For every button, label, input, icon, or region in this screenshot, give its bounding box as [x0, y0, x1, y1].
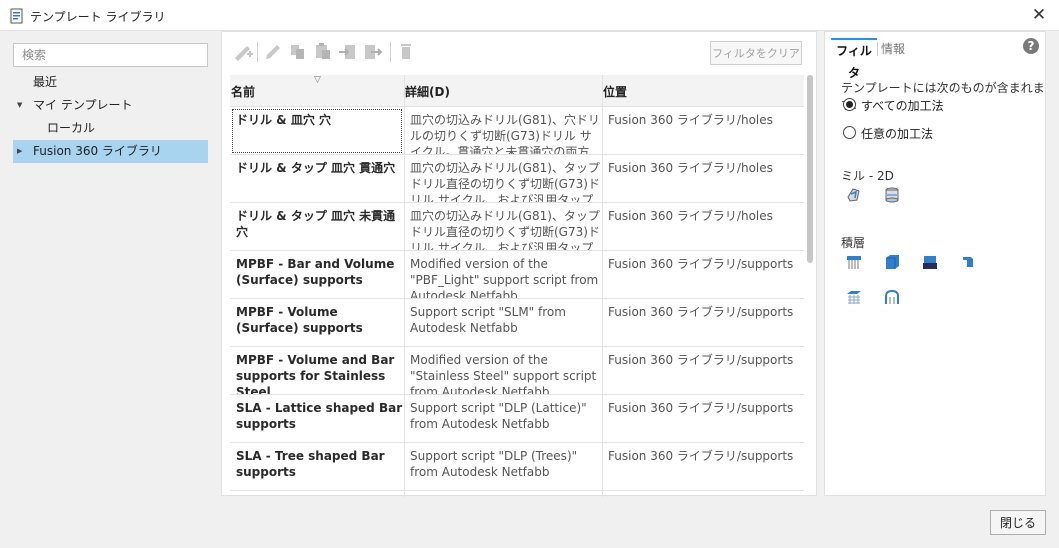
radio-selected-icon[interactable]: [843, 98, 856, 111]
radio-all-operations[interactable]: すべての加工法: [843, 97, 1023, 113]
additive-corner-block-icon[interactable]: [959, 253, 977, 271]
row-location: Fusion 360 ライブラリ/supports: [608, 449, 794, 463]
radio-label: 任意の加工法: [861, 127, 934, 141]
table-row[interactable]: SLA - Tree shaped Bar supports Support s…: [230, 443, 804, 491]
table-row[interactable]: MPBF - Bar and Volume (Surface) supports…: [230, 251, 804, 299]
export-icon[interactable]: [362, 40, 384, 64]
tree-item-fusion-library[interactable]: ▶ Fusion 360 ライブラリ: [13, 140, 208, 163]
section-title-additive: 積層: [841, 236, 866, 250]
row-location: Fusion 360 ライブラリ/holes: [608, 209, 773, 223]
radio-label: すべての加工法: [861, 99, 944, 113]
row-location: Fusion 360 ライブラリ/holes: [608, 161, 773, 175]
row-name: ドリル & 皿穴 穴: [236, 113, 331, 127]
radio-any-operation[interactable]: 任意の加工法: [843, 125, 1023, 141]
tree-item-local[interactable]: ローカル: [13, 117, 208, 140]
table-row[interactable]: SLA - Lattice shaped Bar supports Suppor…: [230, 395, 804, 443]
edit-icon[interactable]: [262, 40, 284, 64]
tree-item-recent[interactable]: 最近: [13, 71, 208, 94]
row-location: Fusion 360 ライブラリ/supports: [608, 353, 794, 367]
toolbar-separator: [390, 42, 391, 62]
row-name: ドリル & タップ 皿穴 貫通穴: [236, 161, 396, 175]
row-location: Fusion 360 ライブラリ/supports: [608, 401, 794, 415]
row-name: MPBF - Bar and Volume (Surface) supports: [236, 257, 395, 287]
table-row[interactable]: MPBF - Volume (Surface) supports Support…: [230, 299, 804, 347]
column-header-detail[interactable]: 詳細(D): [404, 75, 602, 107]
row-detail: Support script "DLP (Lattice)" from Auto…: [410, 401, 587, 431]
expanded-arrow-icon[interactable]: ▼: [17, 94, 22, 117]
mill-2d-bore-icon[interactable]: [883, 186, 901, 204]
import-icon[interactable]: [337, 40, 359, 64]
row-detail: Modified version of the "PBF_Light" supp…: [410, 257, 599, 298]
tab-filter[interactable]: フィルタ: [831, 38, 877, 80]
additive-block-icon[interactable]: [883, 253, 901, 271]
additive-tree-support-icon[interactable]: [883, 288, 901, 306]
tree-item-label: 最近: [33, 75, 58, 89]
row-name: SLA - Tree shaped Bar supports: [236, 449, 385, 479]
radio-unselected-icon[interactable]: [843, 126, 856, 139]
row-location: Fusion 360 ライブラリ/holes: [608, 113, 773, 127]
tab-divider: [877, 42, 878, 56]
table-header: ▽ 名前 詳細(D) 位置: [230, 75, 804, 107]
filter-panel: フィルタ 情報 ? テンプレートには次のものが含まれます: すべての加工法 任意…: [824, 31, 1046, 496]
delete-icon[interactable]: [396, 40, 418, 64]
row-name: SLA - Lattice shaped Bar supports: [236, 401, 403, 431]
table-row[interactable]: ドリル & 皿穴 穴 皿穴の切込みドリル(G81)、穴ドリルの切りくず切断(G7…: [230, 107, 804, 155]
row-detail: Support script "DLP (Trees)" from Autode…: [410, 449, 578, 479]
tree-item-label: Fusion 360 ライブラリ: [33, 144, 162, 158]
table-row[interactable]: MPBF - Volume and Bar supports for Stain…: [230, 347, 804, 395]
row-location: Fusion 360 ライブラリ/supports: [608, 305, 794, 319]
table-row[interactable]: ドリル & タップ 皿穴 貫通穴 皿穴の切込みドリル(G81)、タップ ドリル直…: [230, 155, 804, 203]
library-tree: 最近 ▼ マイ テンプレート ローカル ▶ Fusion 360 ライブラリ: [13, 71, 208, 163]
collapsed-arrow-icon[interactable]: ▶: [17, 140, 22, 163]
template-list-panel: フィルタをクリア ▽ 名前 詳細(D) 位置 ドリル & 皿穴 穴 皿穴の切込み…: [221, 31, 817, 497]
additive-support-bars-icon[interactable]: [845, 253, 863, 271]
row-detail: 皿穴の切込みドリル(G81)、タップ ドリル直径の切りくず切断(G73)ドリル …: [410, 209, 600, 250]
copy-icon[interactable]: [287, 40, 309, 64]
additive-volume-support-icon[interactable]: [921, 253, 939, 271]
row-name: MPBF - Volume and Bar supports for Stain…: [236, 353, 395, 394]
tree-item-my-templates[interactable]: ▼ マイ テンプレート: [13, 94, 208, 117]
toolbar-separator: [257, 42, 258, 62]
table-row[interactable]: ドリル & タップ 皿穴 未貫通穴 皿穴の切込みドリル(G81)、タップ ドリル…: [230, 203, 804, 251]
vertical-scrollbar[interactable]: [807, 75, 813, 263]
new-template-icon[interactable]: [232, 40, 254, 64]
clear-filter-button[interactable]: フィルタをクリア: [710, 41, 802, 65]
template-table: ▽ 名前 詳細(D) 位置 ドリル & 皿穴 穴 皿穴の切込みドリル(G81)、…: [230, 75, 804, 497]
template-library-icon: [10, 8, 23, 24]
row-detail: Modified version of the "Stainless Steel…: [410, 353, 597, 394]
paste-icon[interactable]: [312, 40, 334, 64]
row-name: ドリル & タップ 皿穴 未貫通穴: [236, 209, 396, 239]
row-detail: 皿穴の切込みドリル(G81)、タップ ドリル直径の切りくず切断(G73)ドリル …: [410, 161, 600, 202]
column-header-location[interactable]: 位置: [602, 75, 804, 107]
window-title: テンプレート ライブラリ: [30, 10, 166, 24]
section-title-mill-2d: ミル - 2D: [841, 169, 894, 183]
close-button[interactable]: 閉じる: [990, 510, 1046, 535]
row-detail: Support script "SLM" from Autodesk Netfa…: [410, 305, 566, 335]
tab-info[interactable]: 情報: [881, 38, 905, 60]
row-detail: 皿穴の切込みドリル(G81)、穴ドリルの切りくず切断(G73)ドリル サイクル。…: [410, 113, 600, 154]
row-location: Fusion 360 ライブラリ/supports: [608, 257, 794, 271]
mill-2d-pocket-icon[interactable]: [845, 186, 863, 204]
search-input[interactable]: [13, 43, 208, 67]
help-icon[interactable]: ?: [1023, 38, 1039, 54]
title-bar: テンプレート ライブラリ ✕: [0, 0, 1059, 31]
row-name: MPBF - Volume (Surface) supports: [236, 305, 363, 335]
close-icon[interactable]: ✕: [1029, 5, 1049, 25]
additive-lattice-icon[interactable]: [845, 288, 863, 306]
tree-item-label: マイ テンプレート: [33, 98, 133, 112]
column-header-name[interactable]: 名前: [230, 75, 404, 107]
tree-item-label: ローカル: [47, 121, 96, 135]
